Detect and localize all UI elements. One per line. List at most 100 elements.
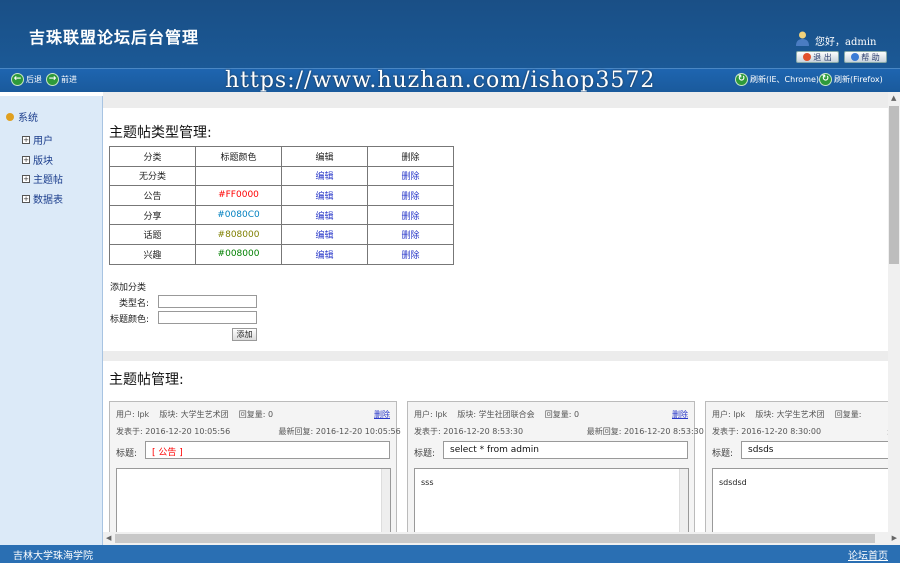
column-header: 标题颜色: [195, 146, 282, 167]
sidebar-item-label: 主题帖: [33, 175, 63, 186]
topic-meta: 用户: lpk 版块: 学生社团联合会 回复量: 0: [414, 409, 579, 420]
scroll-left-icon[interactable]: ◀: [106, 534, 111, 542]
topic-title-field[interactable]: sdsds: [741, 441, 888, 459]
topic-posted: 发表于: 2016-12-20 8:30:00: [712, 427, 822, 436]
sidebar-root-label: 系统: [18, 113, 38, 124]
back-button[interactable]: ← 后退: [11, 73, 42, 86]
topic-dates: 发表于: 2016-12-20 8:53:30 最新回复: 2016-12-20…: [414, 426, 704, 437]
scrollbar[interactable]: [381, 469, 390, 532]
topic-dates: 发表于: 2016-12-20 8:30:00 最新: [712, 426, 888, 437]
delete-link[interactable]: 删除: [401, 192, 419, 202]
topic-replies: 回复量:: [834, 410, 862, 419]
topic-user: 用户: lpk: [116, 410, 150, 419]
edit-link[interactable]: 编辑: [315, 192, 333, 202]
help-label: 帮 助: [861, 52, 880, 62]
refresh-ie-button[interactable]: ↻ 刷新(IE、Chrome): [735, 73, 819, 86]
topic-board: 版块: 大学生艺术团: [159, 410, 229, 419]
edit-link[interactable]: 编辑: [315, 172, 333, 182]
logout-icon: [803, 53, 812, 61]
expand-icon: +: [22, 155, 30, 164]
topic-card: 用户: lpk 版块: 大学生艺术团 回复量: 0 删除 发表于: 2016-1…: [109, 401, 401, 532]
sidebar-item-topics[interactable]: + 主题帖: [22, 171, 63, 186]
header-banner: 吉珠联盟论坛后台管理 您好，admin 退 出 帮 助: [0, 0, 900, 68]
scrollbar-thumb[interactable]: [115, 534, 875, 543]
topic-board: 版块: 学生社团联合会: [457, 410, 535, 419]
topic-meta: 用户: lpk 版块: 大学生艺术团 回复量:: [712, 409, 861, 420]
topic-title-field[interactable]: select * from admin: [443, 441, 688, 459]
color-cell: #008000: [195, 243, 282, 265]
logout-button[interactable]: 退 出: [796, 51, 839, 63]
sidebar-item-label: 版块: [33, 156, 53, 167]
edit-link[interactable]: 编辑: [315, 231, 333, 241]
topic-posted: 发表于: 2016-12-20 10:05:56: [116, 427, 231, 436]
topic-title-label: 标题:: [116, 449, 138, 459]
sidebar-item-datatables[interactable]: + 数据表: [22, 191, 63, 206]
footer: 吉林大学珠海学院 论坛首页: [0, 545, 900, 563]
delete-link[interactable]: 删除: [401, 212, 419, 222]
column-header: 分类: [109, 146, 196, 167]
back-label: 后退: [26, 75, 42, 84]
topic-body-field[interactable]: sdsdsd: [712, 468, 888, 532]
main-content: 主题帖类型管理: 分类 标题颜色 编辑 删除 无分类 编辑 删除 公告 #FF0…: [103, 92, 888, 532]
refresh-firefox-button[interactable]: ↻ 刷新(Firefox): [819, 73, 883, 86]
topic-user: 用户: lpk: [414, 410, 448, 419]
topic-card: 用户: lpk 版块: 大学生艺术团 回复量: 发表于: 2016-12-20 …: [705, 401, 888, 532]
delete-link[interactable]: 删除: [401, 231, 419, 241]
topic-body-field[interactable]: [116, 468, 391, 532]
column-header: 编辑: [281, 146, 368, 167]
add-category-heading: 添加分类: [110, 283, 147, 293]
color-cell: #FF0000: [195, 185, 282, 206]
scrollbar[interactable]: [679, 469, 688, 532]
topic-body-field[interactable]: sss: [414, 468, 689, 532]
topic-title-label: 标题:: [414, 449, 436, 459]
type-management-panel: 主题帖类型管理: 分类 标题颜色 编辑 删除 无分类 编辑 删除 公告 #FF0…: [103, 108, 888, 351]
topic-management-panel: 主题帖管理: 用户: lpk 版块: 大学生艺术团 回复量: 0 删除 发表于:…: [103, 361, 888, 532]
category-cell: 公告: [109, 185, 196, 206]
title-color-label: 标题颜色:: [110, 315, 150, 325]
refresh-ff-label: 刷新(Firefox): [834, 75, 883, 84]
category-cell: 分享: [109, 204, 196, 226]
scrollbar-thumb[interactable]: [889, 106, 899, 264]
horizontal-scrollbar[interactable]: ◀ ▶: [103, 532, 900, 545]
refresh-icon: ↻: [819, 73, 832, 86]
expand-icon: +: [22, 135, 30, 144]
section-title: 主题帖管理:: [109, 372, 184, 388]
delete-topic-link[interactable]: 删除: [672, 409, 688, 420]
color-cell: [195, 165, 282, 187]
topic-posted: 发表于: 2016-12-20 8:53:30: [414, 427, 524, 436]
topic-title-field[interactable]: [ 公告 ]: [145, 441, 390, 459]
scroll-up-icon[interactable]: ▲: [891, 94, 896, 102]
table-row: 分享 #0080C0 编辑 删除: [109, 204, 454, 226]
add-button[interactable]: 添加: [232, 328, 257, 341]
color-cell: #0080C0: [195, 204, 282, 226]
title-color-input[interactable]: [158, 311, 257, 324]
expand-icon: +: [22, 174, 30, 183]
vertical-scrollbar[interactable]: ▲: [888, 92, 900, 532]
topic-user: 用户: lpk: [712, 410, 746, 419]
watermark-text: https://www.huzhan.com/ishop3572: [225, 68, 656, 93]
sidebar-root-system[interactable]: 系统: [6, 109, 38, 124]
sidebar: 系统 + 用户 + 版块 + 主题帖 + 数据表: [0, 92, 103, 545]
table-row: 无分类 编辑 删除: [109, 165, 454, 187]
sidebar-item-users[interactable]: + 用户: [22, 132, 53, 147]
gear-icon: [6, 112, 14, 121]
edit-link[interactable]: 编辑: [315, 212, 333, 222]
table-header-row: 分类 标题颜色 编辑 删除: [109, 146, 454, 167]
topic-last-reply: 最新回复: 2016-12-20 8:53:30: [586, 427, 704, 436]
help-button[interactable]: 帮 助: [844, 51, 887, 63]
table-row: 兴趣 #008000 编辑 删除: [109, 243, 454, 265]
delete-link[interactable]: 删除: [401, 251, 419, 261]
forum-home-link[interactable]: 论坛首页: [848, 547, 888, 562]
table-row: 话题 #808000 编辑 删除: [109, 224, 454, 245]
refresh-ie-label: 刷新(IE、Chrome): [750, 75, 820, 84]
scroll-right-icon[interactable]: ▶: [892, 534, 897, 542]
delete-link[interactable]: 删除: [401, 172, 419, 182]
sidebar-item-boards[interactable]: + 版块: [22, 152, 53, 167]
forward-button[interactable]: → 前进: [46, 73, 77, 86]
delete-topic-link[interactable]: 删除: [374, 409, 390, 420]
topic-replies: 回复量: 0: [544, 410, 580, 419]
footer-school: 吉林大学珠海学院: [13, 551, 93, 562]
user-icon: [796, 31, 809, 46]
edit-link[interactable]: 编辑: [315, 251, 333, 261]
type-name-input[interactable]: [158, 295, 257, 308]
